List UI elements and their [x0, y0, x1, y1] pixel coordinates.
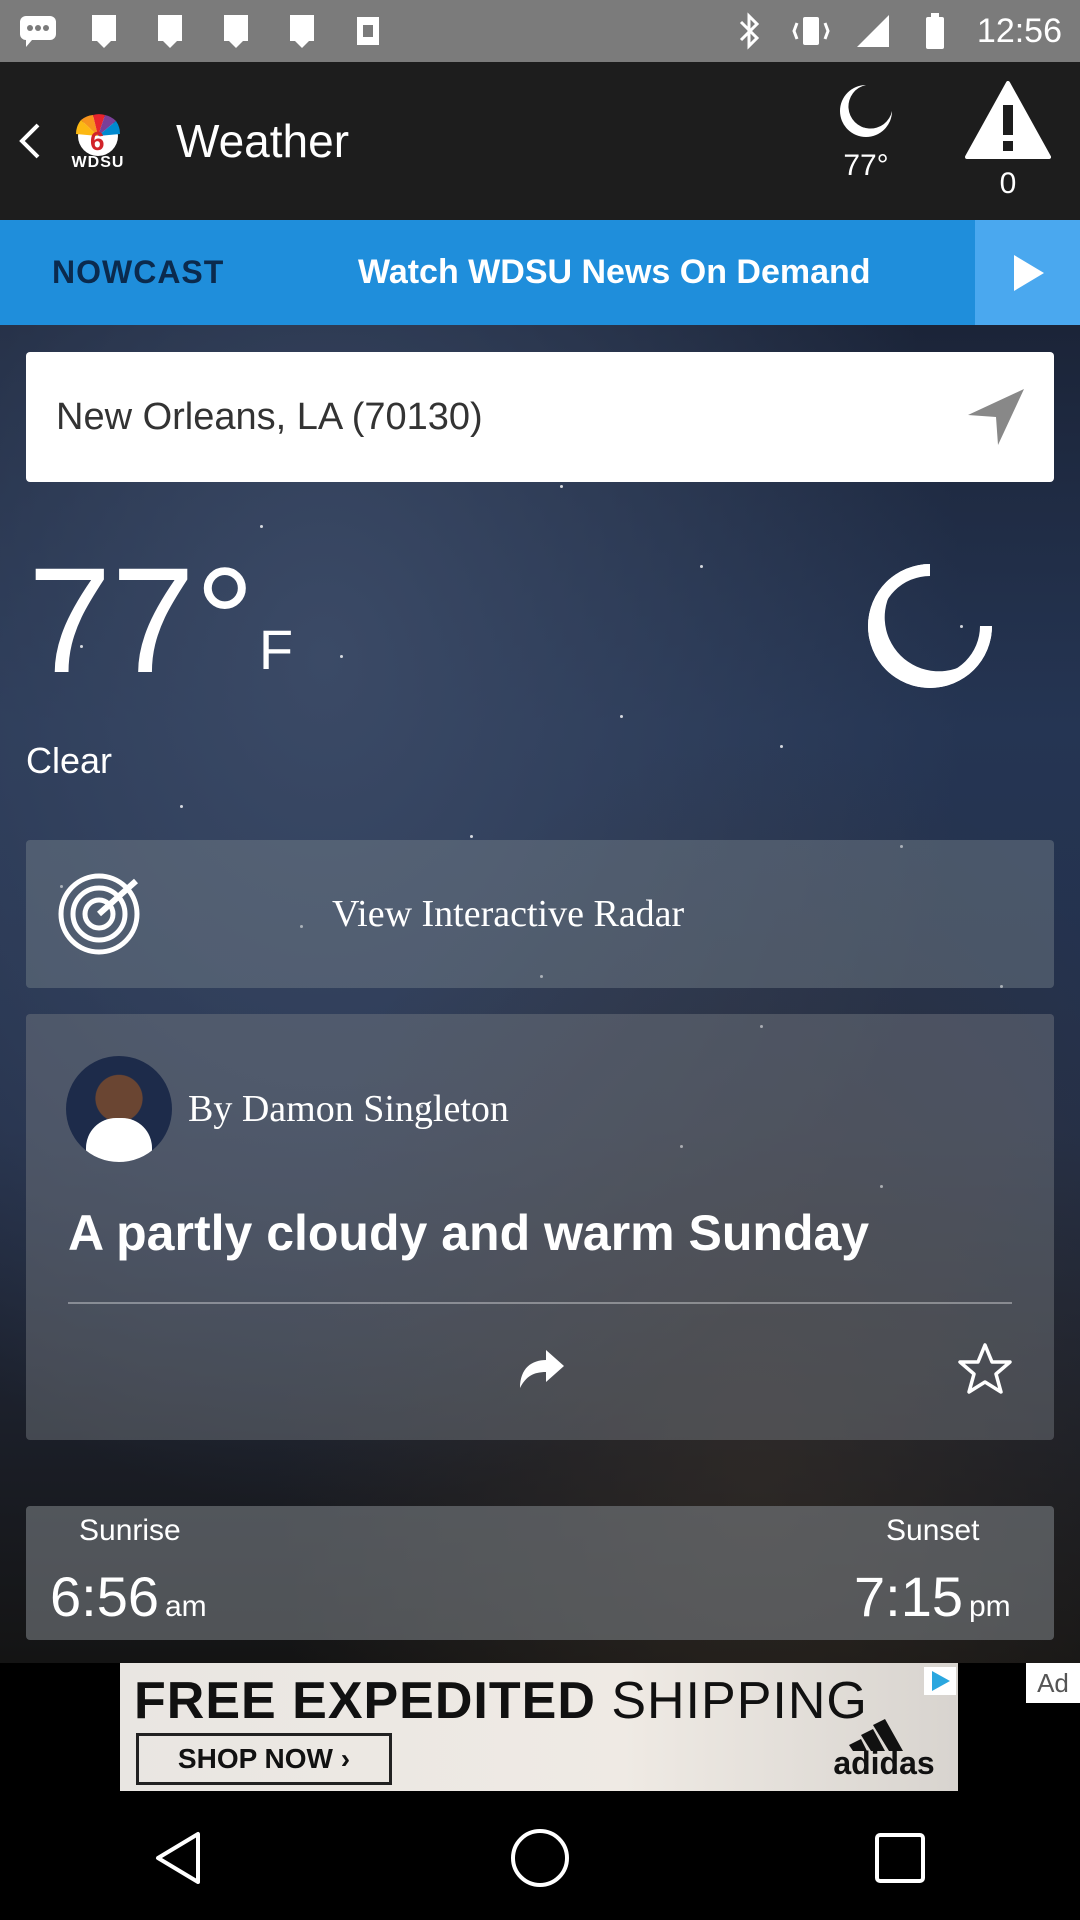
- sunrise-sunset-card: Sunrise 6:56 am Sunset 7:15 pm: [26, 1506, 1054, 1640]
- author-name: By Damon Singleton: [188, 1088, 509, 1130]
- night-sky-background: [0, 325, 1080, 1663]
- system-nav-bar: [0, 1795, 1080, 1920]
- back-triangle-icon: [156, 1831, 200, 1884]
- location-text: New Orleans, LA (70130): [56, 395, 483, 438]
- home-nav-button[interactable]: [495, 1813, 585, 1903]
- ad-choices-icon[interactable]: [924, 1667, 956, 1695]
- app-bar: 6 WDSU Weather 77° 0: [0, 62, 1080, 220]
- navigation-arrow-icon: [968, 389, 1024, 445]
- status-bar: 12:56: [0, 0, 1080, 62]
- notification-icon: [216, 11, 256, 51]
- share-button[interactable]: [514, 1344, 566, 1396]
- moon-icon: [840, 85, 892, 137]
- back-nav-button[interactable]: [135, 1813, 225, 1903]
- location-search-field[interactable]: New Orleans, LA (70130): [26, 352, 1054, 482]
- ad-banner[interactable]: FREE EXPEDITED SHIPPING SHOP NOW › adida…: [120, 1663, 958, 1791]
- radar-label: View Interactive Radar: [332, 893, 685, 935]
- back-button[interactable]: [6, 101, 52, 181]
- peacock-icon: 6: [75, 114, 121, 156]
- notification-icon: [282, 11, 322, 51]
- divider: [68, 1302, 1012, 1304]
- condition-text: Clear: [26, 740, 113, 781]
- share-icon: [520, 1350, 564, 1388]
- radar-icon: [58, 873, 140, 955]
- forecast-article-card[interactable]: By Damon Singleton A partly cloudy and w…: [26, 1014, 1054, 1440]
- favorite-button[interactable]: [958, 1342, 1012, 1396]
- page-title: Weather: [176, 115, 350, 167]
- ad-strip: FREE EXPEDITED SHIPPING SHOP NOW › adida…: [0, 1663, 1080, 1795]
- chat-icon: [18, 11, 58, 51]
- header-temp: 77°: [843, 149, 889, 182]
- download-icon: [348, 11, 388, 51]
- nowcast-button[interactable]: NOWCAST: [52, 254, 352, 291]
- battery-icon: [915, 11, 955, 51]
- signal-icon: [853, 11, 893, 51]
- nowcast-bar: NOWCAST Watch WDSU News On Demand: [0, 220, 1080, 325]
- alerts-count: 0: [999, 167, 1017, 200]
- article-headline[interactable]: A partly cloudy and warm Sunday: [68, 1204, 1018, 1262]
- interactive-radar-button[interactable]: View Interactive Radar: [26, 840, 1054, 988]
- bluetooth-icon: [729, 11, 769, 51]
- locate-me-button[interactable]: [964, 385, 1028, 449]
- clock: 12:56: [976, 11, 1062, 50]
- chevron-left-icon: [19, 123, 40, 159]
- adidas-logo: adidas: [824, 1711, 944, 1781]
- author-row: By Damon Singleton: [66, 1056, 509, 1162]
- play-icon: [1013, 254, 1044, 291]
- temperature-value: 77°: [28, 536, 255, 704]
- temperature-unit: F: [258, 618, 294, 681]
- warning-icon: [965, 81, 1051, 159]
- alerts-button[interactable]: 0: [962, 81, 1054, 201]
- adidas-stripes-icon: [849, 1719, 903, 1751]
- notification-icon: [150, 11, 190, 51]
- news-on-demand-link[interactable]: Watch WDSU News On Demand: [358, 253, 871, 292]
- sunset-time: 7:15 pm: [854, 1565, 1011, 1628]
- station-logo: 6 WDSU: [54, 105, 142, 177]
- shop-now-button[interactable]: SHOP NOW ›: [136, 1733, 392, 1785]
- vibrate-icon: [791, 11, 831, 51]
- ad-tag: Ad: [1026, 1663, 1080, 1703]
- current-temperature: 77° F: [28, 545, 293, 695]
- home-circle-icon: [511, 1828, 569, 1887]
- ad-headline: FREE EXPEDITED SHIPPING: [134, 1672, 868, 1730]
- recents-nav-button[interactable]: [855, 1813, 945, 1903]
- star-icon: [958, 1343, 1012, 1394]
- play-button[interactable]: [975, 220, 1080, 325]
- sunset-label: Sunset: [886, 1514, 980, 1547]
- sunrise-time: 6:56 am: [50, 1565, 207, 1628]
- recents-square-icon: [875, 1832, 925, 1883]
- logo-text: WDSU: [71, 154, 125, 171]
- svg-text:6: 6: [90, 126, 104, 156]
- author-avatar: [66, 1056, 172, 1162]
- notification-icon: [84, 11, 124, 51]
- sunrise-label: Sunrise: [79, 1514, 181, 1547]
- clear-night-icon: [862, 558, 998, 694]
- current-weather-button[interactable]: 77°: [820, 81, 912, 183]
